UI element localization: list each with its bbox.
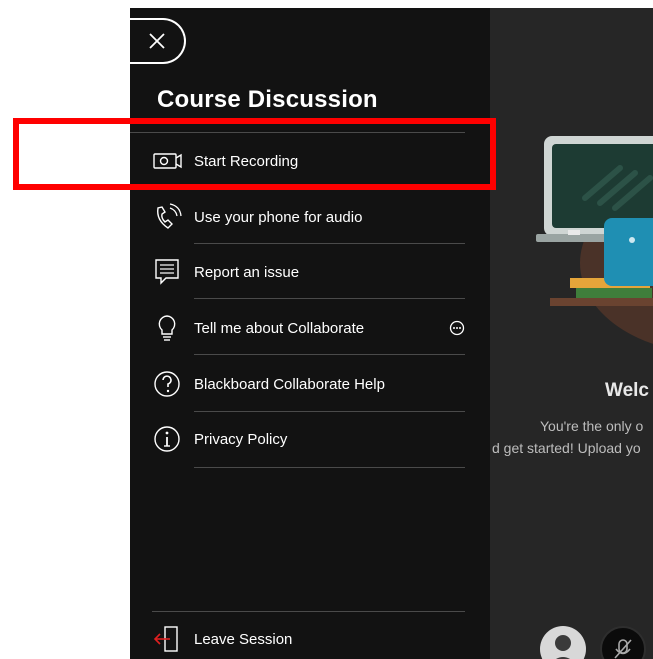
menu-item-start-recording[interactable]: Start Recording [152,141,465,181]
microphone-muted-icon [614,639,632,659]
welcome-title: Welc [605,380,650,401]
menu-item-label: Start Recording [194,152,299,170]
menu-item-label: Privacy Policy [194,430,288,448]
menu-item-label: Tell me about Collaborate [194,319,365,337]
help-question-icon [152,369,182,399]
more-options-icon[interactable] [449,320,465,336]
close-icon [149,33,165,49]
lightbulb-icon [152,313,182,343]
leave-session-button[interactable]: Leave Session [152,619,465,659]
menu-item-about-collaborate[interactable]: Tell me about Collaborate [152,308,465,348]
menu-separator [194,298,465,299]
menu-separator [194,243,465,244]
menu-item-label: Report an issue [194,263,300,281]
record-camera-icon [152,146,182,176]
session-menu-panel: Course Discussion Start Recording Use yo… [130,8,490,659]
welcome-message-line-1: You're the only o [540,418,644,434]
menu-item-report-issue[interactable]: Report an issue [152,252,465,292]
menu-item-phone-audio[interactable]: Use your phone for audio [152,197,465,237]
menu-item-label: Use your phone for audio [194,208,363,226]
panel-title: Course Discussion [157,86,378,113]
title-divider [130,132,465,133]
menu-separator [194,189,465,190]
leave-session-icon [152,624,182,654]
menu-item-privacy-policy[interactable]: Privacy Policy [152,419,465,459]
menu-separator [194,467,465,468]
menu-item-label: Blackboard Collaborate Help [194,375,385,393]
menu-item-help[interactable]: Blackboard Collaborate Help [152,364,465,404]
info-icon [152,424,182,454]
welcome-message-line-2: d get started! Upload yo [492,440,641,456]
leave-session-label: Leave Session [194,630,293,648]
leave-divider [152,611,465,612]
menu-separator [194,354,465,355]
menu-separator [194,411,465,412]
close-panel-button[interactable] [130,18,186,64]
report-issue-icon [152,257,182,287]
phone-audio-icon [152,202,182,232]
